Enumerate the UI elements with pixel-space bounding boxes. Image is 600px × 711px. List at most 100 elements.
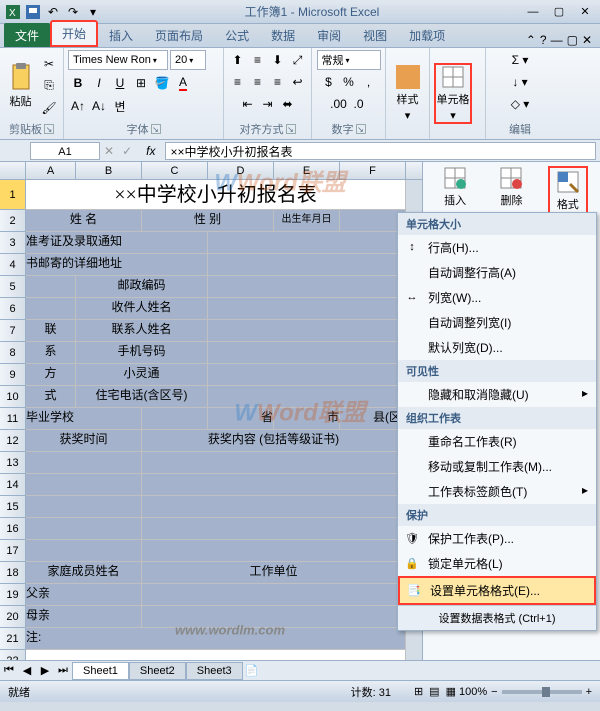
menu-protect-sheet[interactable]: 🛡保护工作表(P)... [398,526,596,551]
row-header[interactable]: 20 [0,606,26,628]
col-header-b[interactable]: B [76,162,142,179]
cell[interactable]: 家庭成员姓名 [26,562,142,584]
underline-icon[interactable]: U [110,73,130,93]
menu-hide-unhide[interactable]: 隐藏和取消隐藏(U)▸ [398,382,596,407]
cell[interactable] [142,606,406,628]
cell[interactable] [208,254,406,276]
cell[interactable] [208,232,406,254]
fill-color-icon[interactable]: 🪣 [152,73,172,93]
col-header-c[interactable]: C [142,162,208,179]
cell[interactable]: 联 [26,320,76,342]
align-top-icon[interactable]: ⬆ [228,50,248,70]
row-header[interactable]: 18 [0,562,26,584]
phonetic-icon[interactable]: 변 [110,96,130,116]
cells-button[interactable]: 单元格▾ [434,63,472,124]
help-icon[interactable]: ? [540,33,547,47]
cell[interactable] [142,518,406,540]
cell[interactable]: 出生年月日 [274,210,340,232]
increase-decimal-icon[interactable]: .00 [329,94,349,114]
cell[interactable]: 住宅电话(含区号) [76,386,208,408]
zoom-slider[interactable] [502,690,582,694]
decrease-decimal-icon[interactable]: .0 [349,94,369,114]
row-header[interactable]: 2 [0,210,26,232]
view-layout-icon[interactable]: ▤ [426,685,442,698]
close-button[interactable]: ✕ [574,4,596,20]
tab-view[interactable]: 视图 [352,23,398,47]
menu-autofit-row[interactable]: 自动调整行高(A) [398,260,596,285]
cell[interactable]: 邮政编码 [76,276,208,298]
cell[interactable]: 小灵通 [76,364,208,386]
cell[interactable] [208,276,406,298]
restore-button[interactable]: ▢ [548,4,570,20]
number-format-combo[interactable]: 常规▾ [317,50,381,70]
col-header-d[interactable]: D [208,162,274,179]
doc-close-icon[interactable]: ✕ [582,33,592,47]
cut-icon[interactable]: ✂ [39,54,59,74]
row-header[interactable]: 9 [0,364,26,386]
merge-icon[interactable]: ⬌ [278,94,298,114]
sheet-tab-1[interactable]: Sheet1 [72,662,129,680]
cell[interactable]: 性 别 [142,210,274,232]
row-header[interactable]: 14 [0,474,26,496]
tab-data[interactable]: 数据 [260,23,306,47]
menu-tab-color[interactable]: 工作表标签颜色(T)▸ [398,479,596,504]
row-header[interactable]: 6 [0,298,26,320]
cell[interactable]: 工作单位 [142,562,406,584]
cell[interactable] [142,584,406,606]
cell[interactable]: 联系人姓名 [76,320,208,342]
row-header[interactable]: 17 [0,540,26,562]
menu-move-copy[interactable]: 移动或复制工作表(M)... [398,454,596,479]
cell[interactable]: 书邮寄的详细地址 [26,254,208,276]
menu-col-width[interactable]: ↔列宽(W)... [398,285,596,310]
zoom-out-icon[interactable]: − [491,686,497,698]
sheet-tab-2[interactable]: Sheet2 [129,662,186,680]
cell[interactable] [26,496,142,518]
cell[interactable]: 市 [274,408,340,430]
tab-page-layout[interactable]: 页面布局 [144,23,214,47]
minimize-button[interactable]: — [522,4,544,20]
zoom-in-icon[interactable]: + [586,686,592,698]
cell[interactable]: 注: [26,628,406,650]
row-header[interactable]: 19 [0,584,26,606]
save-icon[interactable] [24,3,42,21]
align-center-icon[interactable]: ≡ [248,72,268,92]
view-pagebreak-icon[interactable]: ▦ [443,685,459,698]
wrap-text-icon[interactable]: ↩ [288,72,308,92]
cell[interactable] [208,342,406,364]
cell[interactable] [142,408,208,430]
tab-nav-next-icon[interactable]: ▶ [36,664,54,677]
cell[interactable] [142,496,406,518]
sheet-tab-3[interactable]: Sheet3 [186,662,243,680]
ribbon-minimize-icon[interactable]: ⌃ [526,33,536,47]
fill-icon[interactable]: ↓ ▾ [511,72,528,92]
menu-rename-sheet[interactable]: 重命名工作表(R) [398,429,596,454]
cell[interactable] [26,474,142,496]
col-header-f[interactable]: F [340,162,406,179]
tab-formulas[interactable]: 公式 [214,23,260,47]
align-right-icon[interactable]: ≡ [268,72,288,92]
menu-lock-cell[interactable]: 🔒锁定单元格(L) [398,551,596,576]
cell[interactable]: 式 [26,386,76,408]
shrink-font-icon[interactable]: A↓ [89,96,109,116]
menu-autofit-col[interactable]: 自动调整列宽(I) [398,310,596,335]
styles-button[interactable]: 样式▾ [390,65,425,122]
grow-font-icon[interactable]: A↑ [68,96,88,116]
row-header[interactable]: 12 [0,430,26,452]
row-header[interactable]: 11 [0,408,26,430]
orientation-icon[interactable]: ⤢ [288,50,308,70]
cell[interactable] [26,452,142,474]
row-header[interactable]: 4 [0,254,26,276]
row-header[interactable]: 3 [0,232,26,254]
row-header[interactable]: 7 [0,320,26,342]
cell[interactable] [26,276,76,298]
cell[interactable]: 母亲 [26,606,142,628]
cell[interactable] [142,540,406,562]
cell[interactable]: 获奖内容 (包括等级证书) [142,430,406,452]
clipboard-launcher[interactable]: ↘ [44,124,54,134]
row-header[interactable]: 21 [0,628,26,650]
clear-icon[interactable]: ◇ ▾ [510,94,531,114]
copy-icon[interactable]: ⎘ [39,76,59,96]
row-header[interactable]: 16 [0,518,26,540]
tab-review[interactable]: 审阅 [306,23,352,47]
cell[interactable]: ××中学校小升初报名表 [26,180,406,210]
